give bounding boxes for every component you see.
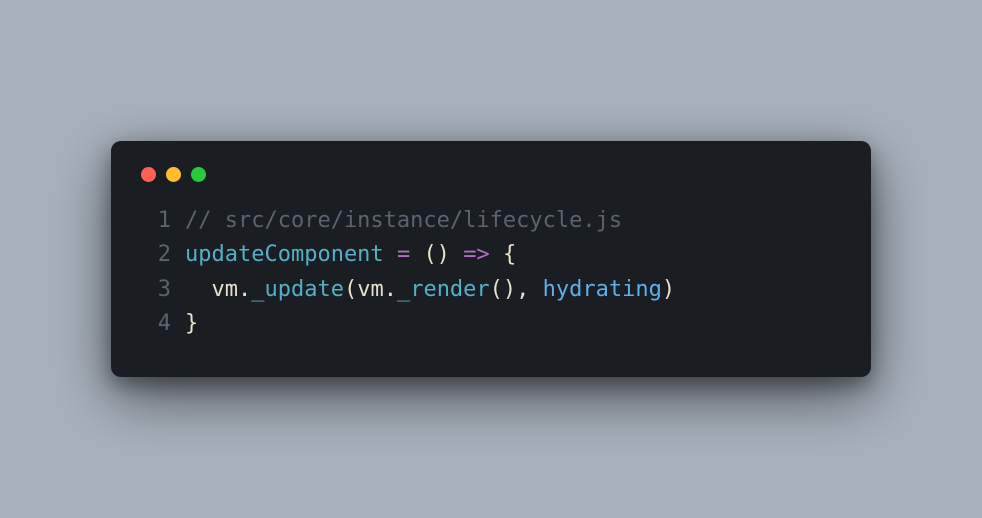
token: () xyxy=(423,242,450,267)
minimize-icon[interactable] xyxy=(166,167,181,182)
token: . xyxy=(384,277,397,302)
line-number: 3 xyxy=(137,273,171,307)
token: => xyxy=(463,242,490,267)
token: (), xyxy=(490,277,530,302)
line-content: vm._update(vm._render(), hydrating) xyxy=(185,273,675,307)
token: _render xyxy=(397,277,490,302)
window-titlebar xyxy=(137,163,845,204)
token: updateComponent xyxy=(185,242,384,267)
token: { xyxy=(503,242,516,267)
line-content: updateComponent = () => { xyxy=(185,238,516,272)
code-line: 4} xyxy=(137,307,845,341)
code-line: 2 updateComponent = () => { xyxy=(137,238,845,272)
zoom-icon[interactable] xyxy=(191,167,206,182)
code-block: 1 // src/core/instance/lifecycle.js 2 updat… xyxy=(137,204,845,340)
token xyxy=(529,277,542,302)
token: } xyxy=(185,311,198,336)
close-icon[interactable] xyxy=(141,167,156,182)
token xyxy=(450,242,463,267)
token xyxy=(410,242,423,267)
line-number: 2 xyxy=(137,238,171,272)
token: . xyxy=(238,277,251,302)
line-number: 1 xyxy=(137,204,171,238)
token xyxy=(384,242,397,267)
code-window: 1 // src/core/instance/lifecycle.js 2 updat… xyxy=(111,141,871,376)
line-number: 4 xyxy=(137,307,171,341)
token: ) xyxy=(662,277,675,302)
line-content: // src/core/instance/lifecycle.js xyxy=(185,204,622,238)
token: ( xyxy=(344,277,357,302)
token: // src/core/instance/lifecycle.js xyxy=(185,208,622,233)
token: vm xyxy=(185,277,238,302)
line-content: } xyxy=(185,307,198,341)
token: hydrating xyxy=(543,277,662,302)
token: _update xyxy=(251,277,344,302)
token xyxy=(490,242,503,267)
token: vm xyxy=(357,277,384,302)
code-line: 1 // src/core/instance/lifecycle.js xyxy=(137,204,845,238)
token: = xyxy=(397,242,410,267)
code-line: 3 vm._update(vm._render(), hydrating) xyxy=(137,273,845,307)
